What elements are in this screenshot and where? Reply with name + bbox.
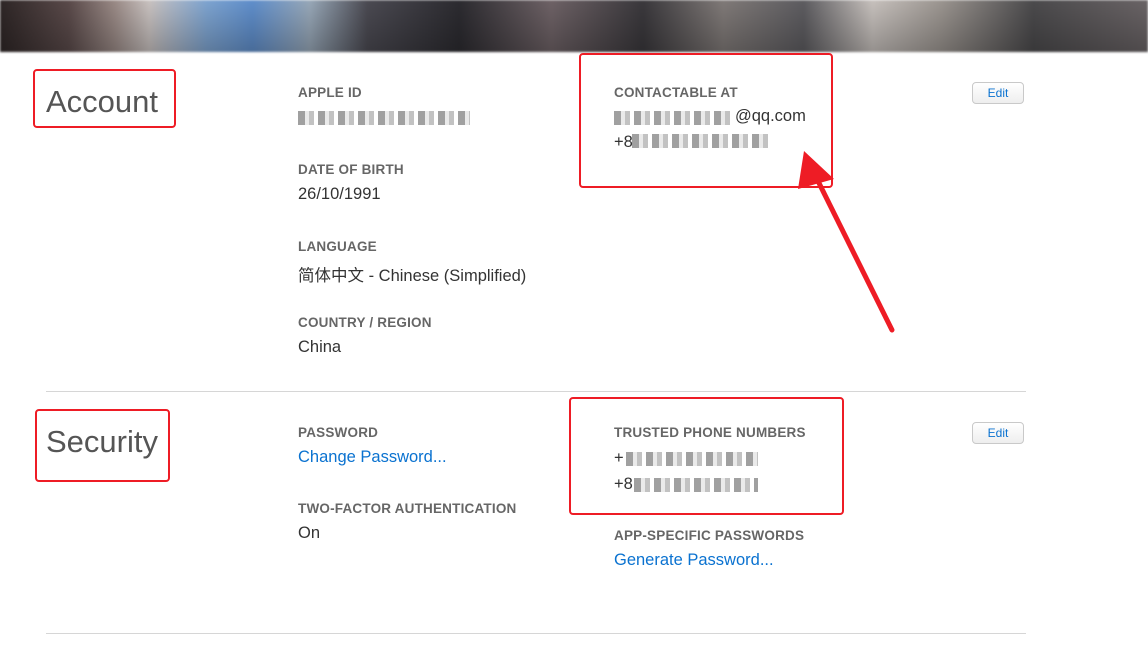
- language-value: 简体中文 - Chinese (Simplified): [298, 267, 527, 285]
- dob-value: 26/10/1991: [298, 185, 381, 203]
- bottom-divider: [46, 633, 1026, 634]
- two-factor-label: TWO-FACTOR AUTHENTICATION: [298, 501, 517, 516]
- security-edit-button[interactable]: Edit: [972, 422, 1024, 444]
- annotation-box-trusted-phones: [569, 397, 844, 515]
- annotation-box-security: [35, 409, 170, 482]
- annotation-box-account: [33, 69, 176, 128]
- generate-password-link[interactable]: Generate Password...: [614, 551, 774, 570]
- account-edit-button[interactable]: Edit: [972, 82, 1024, 104]
- dob-label: DATE OF BIRTH: [298, 162, 404, 177]
- two-factor-value: On: [298, 524, 321, 542]
- country-value: China: [298, 338, 342, 356]
- password-label: PASSWORD: [298, 425, 379, 440]
- apple-id-value-redacted: [298, 111, 470, 125]
- apple-id-label: APPLE ID: [298, 85, 362, 100]
- header-banner-image: [0, 0, 1148, 52]
- change-password-link[interactable]: Change Password...: [298, 448, 447, 467]
- app-passwords-label: APP-SPECIFIC PASSWORDS: [614, 528, 805, 543]
- country-label: COUNTRY / REGION: [298, 315, 432, 330]
- language-label: LANGUAGE: [298, 239, 377, 254]
- annotation-arrow-icon: [798, 151, 895, 333]
- section-divider: [46, 391, 1026, 392]
